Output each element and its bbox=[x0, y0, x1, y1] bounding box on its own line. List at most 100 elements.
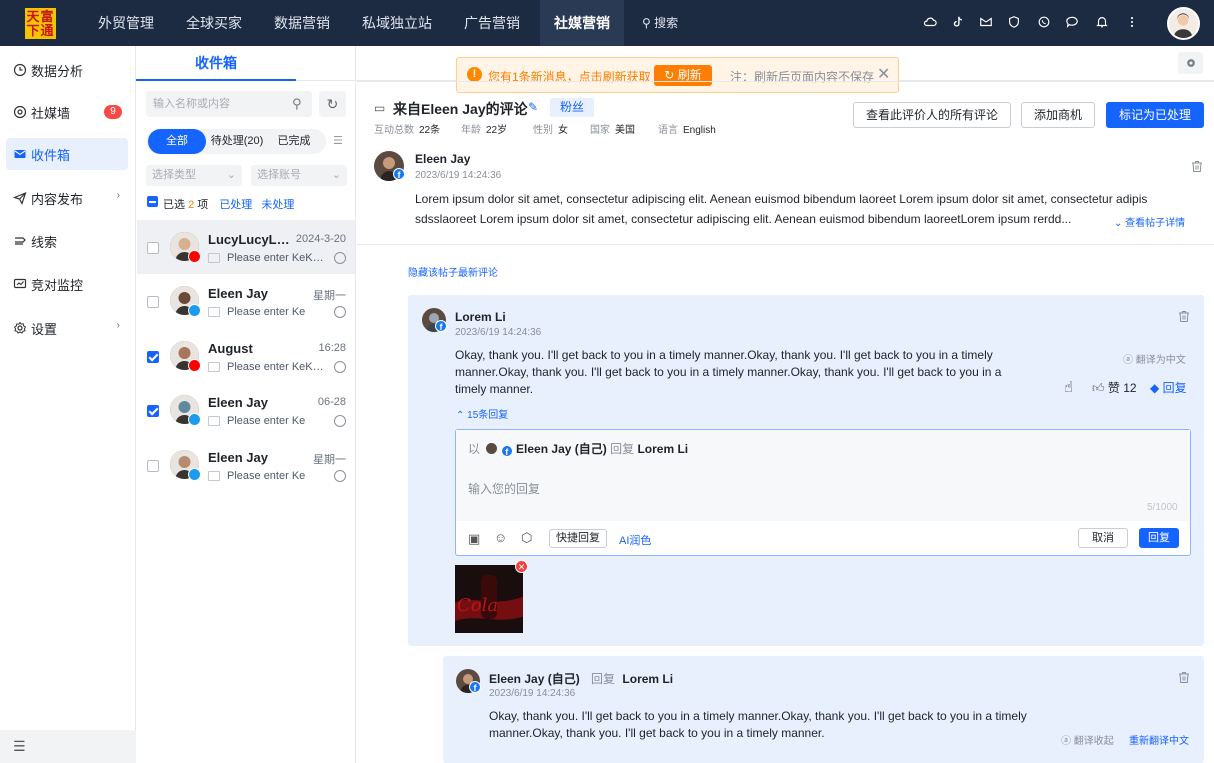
list-item[interactable]: LucyLucyLucy 2024-3-20 Please enter KeKeKe bbox=[137, 220, 355, 274]
row-checkbox[interactable] bbox=[147, 242, 159, 254]
sidebar-item-leads[interactable]: 线索 bbox=[6, 225, 128, 257]
filter-pending[interactable]: 待处理(20) bbox=[207, 129, 267, 154]
facebook-icon: f bbox=[469, 681, 481, 693]
edit-icon[interactable]: ✎ bbox=[528, 100, 538, 114]
sidebar-item-publish[interactable]: 内容发布 › bbox=[6, 182, 128, 214]
youtube-icon bbox=[188, 250, 201, 263]
contact-name: LucyLucyLucy bbox=[208, 232, 290, 247]
row-checkbox[interactable] bbox=[147, 351, 159, 363]
quick-reply-button[interactable]: 快捷回复 bbox=[549, 529, 607, 548]
emoji-icon[interactable]: ☺ bbox=[494, 530, 507, 545]
view-post-link[interactable]: ⌄ 查看帖子详情 bbox=[1114, 214, 1185, 229]
reply-prefix: 以 bbox=[468, 442, 481, 456]
sidebar-collapse-bar[interactable]: ☰ bbox=[0, 730, 136, 763]
sidebar-item-inbox[interactable]: 收件箱 bbox=[6, 138, 128, 170]
ai-polish-button[interactable]: AI润色 bbox=[619, 532, 651, 548]
nav-item-data-marketing[interactable]: 数据营销 bbox=[264, 0, 340, 46]
message-preview: Please enter Ke bbox=[227, 306, 306, 318]
filter-done[interactable]: 已完成 bbox=[270, 129, 318, 154]
image-icon[interactable]: ▣ bbox=[468, 531, 480, 547]
settings-button[interactable] bbox=[1178, 52, 1203, 74]
menu-icon[interactable]: ☰ bbox=[13, 738, 26, 755]
nav-item-ads[interactable]: 广告营销 bbox=[454, 0, 530, 46]
trash-icon[interactable] bbox=[1177, 670, 1191, 684]
clock-icon bbox=[13, 63, 27, 77]
reply-link[interactable]: ◆ 回复 bbox=[1150, 379, 1187, 396]
sidebar-item-competitor[interactable]: 竞对监控 bbox=[6, 268, 128, 300]
list-item[interactable]: Eleen Jay 星期一 Please enter Ke bbox=[137, 438, 355, 492]
row-checkbox[interactable] bbox=[147, 405, 159, 417]
sidebar-item-social-wall[interactable]: 社媒墙 9 bbox=[6, 96, 128, 128]
row-checkbox[interactable] bbox=[147, 296, 159, 308]
like-count: 赞 12 bbox=[1107, 381, 1137, 395]
meta-interactions: 互动总数 22条 bbox=[374, 121, 440, 136]
trash-icon[interactable] bbox=[1177, 309, 1191, 323]
char-counter: 5/1000 bbox=[1147, 502, 1178, 513]
type-select[interactable]: 选择类型 ⌄ bbox=[146, 165, 242, 186]
nav-search-label: 搜索 bbox=[654, 16, 679, 30]
nav-item-trade[interactable]: 外贸管理 bbox=[88, 0, 164, 46]
nav-item-social[interactable]: 社媒营销 bbox=[540, 0, 624, 46]
list-item[interactable]: Eleen Jay 星期一 Please enter Ke bbox=[137, 274, 355, 328]
sidebar-item-settings[interactable]: 设置 › bbox=[6, 312, 128, 344]
user-avatar[interactable] bbox=[1167, 7, 1200, 40]
filter-all[interactable]: 全部 bbox=[148, 129, 206, 154]
whatsapp-icon[interactable] bbox=[1036, 14, 1052, 30]
logo[interactable]: 天富 下通 bbox=[25, 8, 56, 39]
list-item[interactable]: Eleen Jay 06-28 Please enter Ke bbox=[137, 383, 355, 437]
post-text-line2: sdsslaoreet Lorem ipsum dolor sit amet, … bbox=[415, 212, 1072, 226]
sidebar-item-analytics[interactable]: 数据分析 bbox=[6, 54, 128, 86]
message-date: 06-28 bbox=[317, 396, 346, 408]
shield-icon[interactable] bbox=[1006, 14, 1022, 30]
remove-attachment-icon[interactable]: ✕ bbox=[515, 560, 528, 573]
cancel-button[interactable]: 取消 bbox=[1078, 528, 1128, 548]
chat-icon[interactable] bbox=[1064, 14, 1080, 30]
meta-label: 国家 bbox=[590, 125, 610, 136]
clock-icon bbox=[334, 361, 346, 373]
collapse-translation-button[interactable]: ⓐ 翻译收起 bbox=[1061, 732, 1114, 747]
tiktok-icon[interactable] bbox=[950, 14, 966, 30]
twitter-icon bbox=[188, 468, 201, 481]
refresh-notice-button[interactable]: ↻ 刷新 bbox=[654, 65, 712, 86]
like-button[interactable]: 👍︎ 赞 12 bbox=[1092, 379, 1137, 396]
reply-input[interactable]: 输入您的回复 bbox=[468, 480, 540, 497]
account-select[interactable]: 选择账号 ⌄ bbox=[251, 165, 347, 186]
fan-tag: 粉丝 bbox=[550, 98, 595, 117]
sort-icon[interactable]: ☰ bbox=[333, 134, 343, 147]
nav-item-buyers[interactable]: 全球买家 bbox=[176, 0, 252, 46]
list-item[interactable]: August 16:28 Please enter KeKeKe bbox=[137, 329, 355, 383]
cube-icon[interactable]: ⬡ bbox=[521, 530, 532, 546]
leads-icon bbox=[15, 237, 26, 245]
submit-reply-button[interactable]: 回复 bbox=[1139, 528, 1179, 548]
mark-unprocessed-link[interactable]: 未处理 bbox=[261, 199, 294, 211]
replies-count: 15条回复 bbox=[467, 410, 509, 421]
add-opportunity-button[interactable]: 添加商机 bbox=[1021, 102, 1095, 128]
search-input[interactable]: 输入名称或内容 bbox=[146, 91, 312, 117]
mark-processed-link[interactable]: 已处理 bbox=[219, 199, 252, 211]
row-checkbox[interactable] bbox=[147, 460, 159, 472]
reply-identity-name[interactable]: Eleen Jay (自己) bbox=[516, 442, 607, 456]
search-icon[interactable]: ⚲ bbox=[292, 96, 302, 112]
comment-icon: ▭ bbox=[374, 101, 386, 115]
nav-item-private-site[interactable]: 私域独立站 bbox=[352, 0, 442, 46]
bell-icon[interactable] bbox=[1094, 14, 1110, 30]
refresh-button[interactable]: ↻ bbox=[319, 91, 346, 117]
nav-search[interactable]: ⚲ 搜索 bbox=[642, 0, 678, 46]
meta-label: 互动总数 bbox=[374, 125, 414, 136]
select-all-checkbox[interactable] bbox=[147, 196, 158, 207]
trash-icon[interactable] bbox=[1190, 159, 1204, 173]
view-all-comments-button[interactable]: 查看此评价人的所有评论 bbox=[853, 102, 1011, 128]
more-icon[interactable] bbox=[1124, 14, 1140, 30]
meta-value: 女 bbox=[558, 125, 568, 136]
message-icon bbox=[208, 362, 220, 372]
attachment-image[interactable]: Cola bbox=[455, 565, 523, 633]
translate-button[interactable]: ⓐ 翻译为中文 bbox=[1123, 351, 1186, 366]
replies-toggle[interactable]: ⌃ 15条回复 bbox=[456, 406, 508, 421]
contact-name: Eleen Jay bbox=[208, 450, 268, 465]
sidebar: 数据分析 社媒墙 9 收件箱 内容发布 › 线索 竞对监控 设置 › bbox=[0, 46, 136, 763]
retranslate-button[interactable]: 重新翻译中文 bbox=[1129, 732, 1189, 747]
cloud-icon[interactable] bbox=[922, 14, 938, 30]
mail-flag-icon[interactable] bbox=[978, 14, 994, 30]
hide-latest-comments-link[interactable]: 隐藏该帖子最新评论 bbox=[408, 264, 498, 279]
mark-processed-button[interactable]: 标记为已处理 bbox=[1106, 102, 1204, 128]
